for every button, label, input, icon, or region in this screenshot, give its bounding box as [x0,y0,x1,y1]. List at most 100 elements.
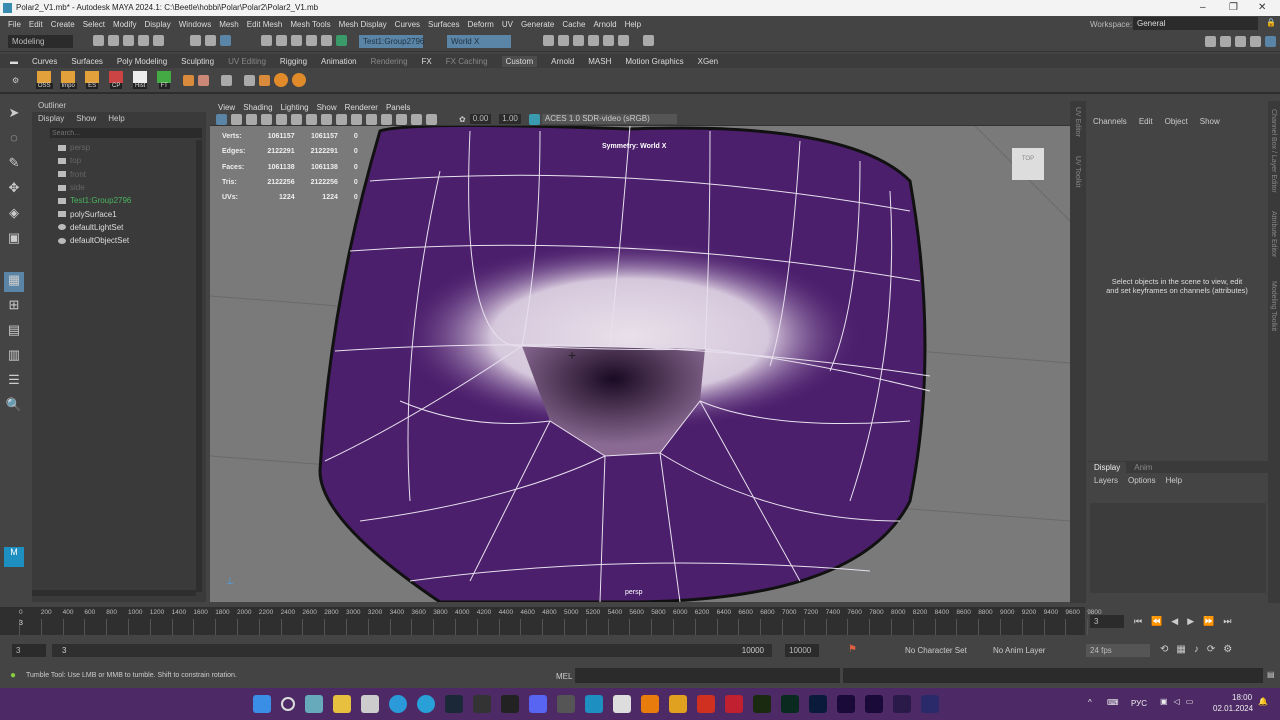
shelf-tab-mash[interactable]: MASH [588,57,611,66]
playback-buttons-icon[interactable]: ⏮⏪◀▶⏩⏭ [1134,616,1240,627]
shelf-tab-animation[interactable]: Animation [321,57,357,66]
outliner-item-group[interactable]: Test1:Group2796 [32,194,206,207]
layer-list[interactable] [1090,503,1266,593]
tab-uv-editor[interactable]: UV Editor [1074,107,1081,137]
camera-attributes-icon[interactable] [231,113,242,125]
select-tool-icon[interactable]: ➤ [4,105,24,125]
menu-modify[interactable]: Modify [113,20,137,29]
grid-icon[interactable] [276,113,287,125]
layers-menu-options[interactable]: Options [1128,476,1156,485]
channelbox-menu-channels[interactable]: Channels [1093,117,1127,126]
lock-icon[interactable] [244,74,256,86]
shelf-button-ft[interactable]: FT [153,71,175,89]
smooth-shade-icon[interactable] [336,113,347,125]
layout-single-icon[interactable]: ▦ [4,272,24,292]
open-scene-icon[interactable] [108,35,119,46]
current-frame-marker[interactable]: 3 [19,620,23,627]
search-icon[interactable] [281,697,295,711]
current-frame-field[interactable]: 3 [1090,614,1124,628]
lights-icon[interactable] [366,113,377,125]
snap-curve-icon[interactable] [276,35,287,46]
wireframe-icon[interactable] [321,113,332,125]
gamma-field[interactable]: 1.00 [499,114,521,124]
photoshop-icon[interactable] [809,695,827,713]
lock-icon[interactable]: 🔒 [1266,18,1276,27]
shelf-tab-motion-graphics[interactable]: Motion Graphics [625,57,683,66]
new-scene-icon[interactable] [93,35,104,46]
close-button[interactable]: ✕ [1258,2,1266,13]
outliner-search-input[interactable] [50,128,202,138]
shelf-tab-rigging[interactable]: Rigging [280,57,307,66]
textured-icon[interactable] [351,113,362,125]
film-gate-icon[interactable] [291,113,302,125]
rotate-tool-icon[interactable]: ◈ [4,205,24,225]
outliner-scrollbar[interactable] [196,140,202,592]
shelf-button-oss[interactable]: OSS [33,71,55,89]
shelf-settings-icon[interactable]: ⚙ [12,76,19,85]
outliner-item-side[interactable]: side [32,181,206,194]
viewport-persp[interactable]: View Shading Lighting Show Renderer Pane… [210,101,1070,602]
command-language[interactable]: MEL [556,672,572,681]
ipr-render-icon[interactable] [558,35,569,46]
notification-bell-icon[interactable]: 🔔 [1258,697,1268,706]
obs-icon[interactable] [557,695,575,713]
app-icon[interactable] [921,695,939,713]
language-indicator[interactable]: РУС [1131,699,1147,708]
tab-attribute-editor[interactable]: Attribute Editor [1270,211,1277,257]
select-camera-icon[interactable] [216,113,227,125]
blender-icon[interactable] [641,695,659,713]
hypershade-icon[interactable] [588,35,599,46]
tab-uv-toolkit[interactable]: UV Toolkit [1074,156,1081,187]
menu-uv[interactable]: UV [502,20,513,29]
app-icon[interactable] [893,695,911,713]
shelf-tab-xgen[interactable]: XGen [698,57,718,66]
script-editor-icon[interactable]: ▤ [1267,670,1275,679]
save-scene-icon[interactable] [123,35,134,46]
menu-mesh-display[interactable]: Mesh Display [339,20,387,29]
shelf-button-hist[interactable]: Hist [129,71,151,89]
checker-icon[interactable] [259,74,271,86]
after-effects-icon[interactable] [837,695,855,713]
render-view-icon[interactable] [603,35,614,46]
telegram-icon[interactable] [417,695,435,713]
loop-and-sound-icons[interactable]: ⟲▦♪⟳⚙ [1160,644,1240,655]
steam-icon[interactable] [445,695,463,713]
snipping-icon[interactable] [613,695,631,713]
channel-box-icon[interactable] [1265,36,1276,47]
channelbox-menu-edit[interactable]: Edit [1139,117,1153,126]
shadows-icon[interactable] [381,113,392,125]
symmetry-field[interactable]: World X [447,35,511,48]
scale-tool-icon[interactable]: ▣ [4,230,24,250]
viewcube[interactable]: TOP [1012,148,1044,180]
clock-time[interactable]: 18:00 [1232,693,1252,702]
layout-four-icon[interactable]: ⊞ [4,297,24,317]
file-explorer-icon[interactable] [333,695,351,713]
shelf-tab-arnold[interactable]: Arnold [551,57,574,66]
end-frame-field[interactable]: 10000 [785,644,819,657]
tray-chevron-icon[interactable]: ^ [1088,698,1092,707]
undo-icon[interactable] [138,35,149,46]
outliner-item-lightset[interactable]: defaultLightSet [32,221,206,234]
store-icon[interactable] [361,695,379,713]
menu-select[interactable]: Select [83,20,105,29]
move-tool-icon[interactable]: ✥ [4,180,24,200]
command-input[interactable] [575,668,840,683]
layer-down-icon[interactable] [292,73,307,87]
shelf-tab-rendering[interactable]: Rendering [371,57,408,66]
lasso-tool-icon[interactable]: ◌ [4,130,24,150]
menu-help[interactable]: Help [625,20,641,29]
outliner-item-persp[interactable]: persp [32,141,206,154]
app-icon[interactable] [725,695,743,713]
keyboard-icon[interactable]: ⌨ [1107,698,1119,707]
menu-set-dropdown[interactable]: Modeling [8,35,73,48]
range-slider[interactable]: 3 10000 [52,644,772,657]
outliner-item-objectset[interactable]: defaultObjectSet [32,234,206,247]
render-frame-icon[interactable] [543,35,554,46]
isolate-icon[interactable] [411,113,422,125]
shelf-tab-custom[interactable]: Custom [501,55,538,67]
outliner-menu-display[interactable]: Display [38,114,64,123]
app-icon[interactable] [697,695,715,713]
menu-file[interactable]: File [8,20,21,29]
viewport-menu-panels[interactable]: Panels [386,103,410,112]
attribute-editor-icon[interactable] [1235,36,1246,47]
